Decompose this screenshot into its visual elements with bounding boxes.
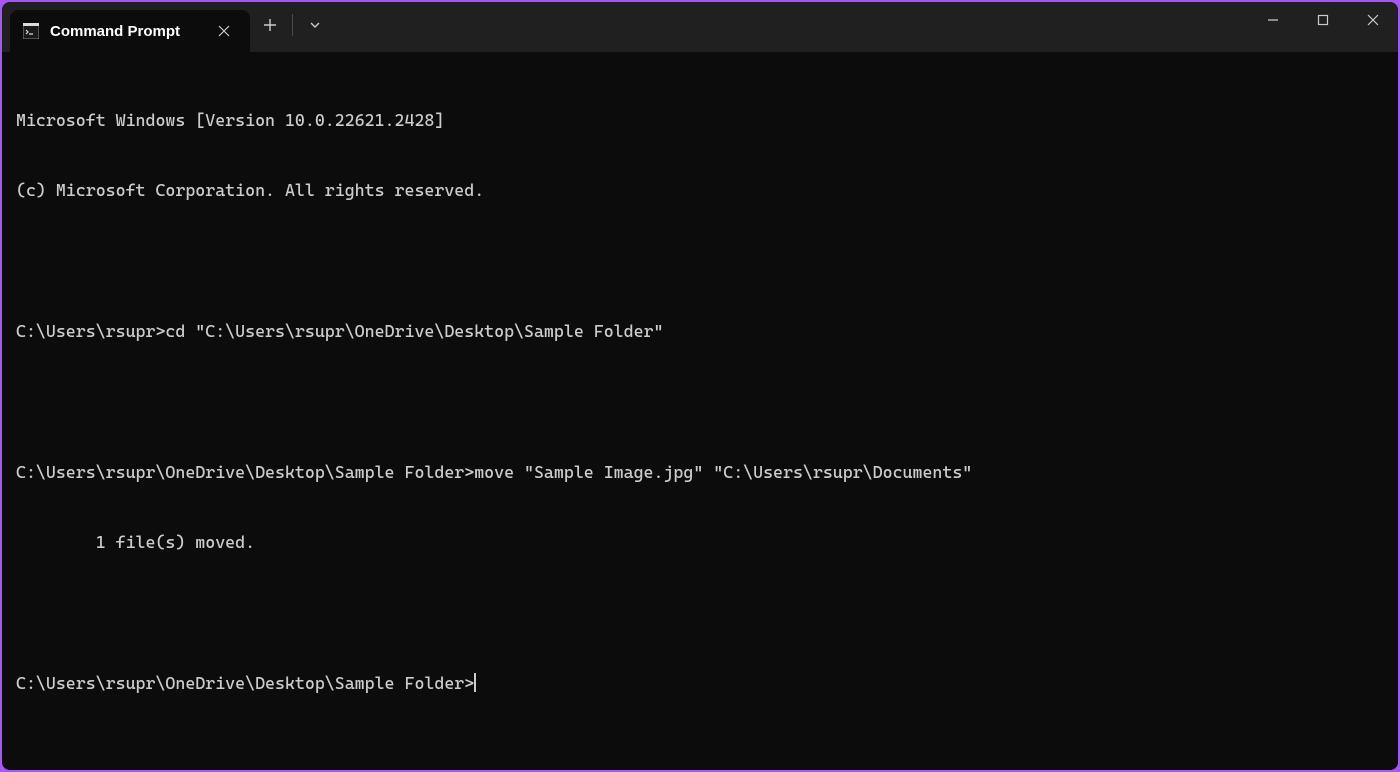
terminal-line <box>16 602 1384 626</box>
terminal-line: 1 file(s) moved. <box>16 531 1384 555</box>
plus-icon <box>263 18 277 32</box>
minimize-icon <box>1267 14 1279 26</box>
terminal-prompt: C:\Users\rsupr\OneDrive\Desktop\Sample F… <box>16 673 474 693</box>
terminal-prompt-line: C:\Users\rsupr\OneDrive\Desktop\Sample F… <box>16 672 1384 696</box>
terminal-output[interactable]: Microsoft Windows [Version 10.0.22621.24… <box>2 52 1398 770</box>
minimize-button[interactable] <box>1248 2 1298 38</box>
close-icon <box>1367 14 1379 26</box>
terminal-line <box>16 391 1384 415</box>
chevron-down-icon <box>309 19 321 31</box>
close-tab-button[interactable] <box>214 21 234 41</box>
terminal-line: Microsoft Windows [Version 10.0.22621.24… <box>16 109 1384 133</box>
tab-separator <box>292 14 293 36</box>
terminal-line: C:\Users\rsupr\OneDrive\Desktop\Sample F… <box>16 461 1384 485</box>
terminal-line: (c) Microsoft Corporation. All rights re… <box>16 179 1384 203</box>
maximize-button[interactable] <box>1298 2 1348 38</box>
titlebar: Command Prompt <box>2 2 1398 52</box>
cursor <box>474 673 476 692</box>
close-window-button[interactable] <box>1348 2 1398 38</box>
window-controls <box>1248 2 1398 38</box>
tab-actions <box>250 2 335 52</box>
terminal-window: Command Prompt Micr <box>2 2 1398 770</box>
maximize-icon <box>1317 14 1329 26</box>
tab-title: Command Prompt <box>50 23 204 40</box>
new-tab-button[interactable] <box>250 7 290 43</box>
close-icon <box>218 25 230 37</box>
cmd-icon <box>22 22 40 40</box>
terminal-line <box>16 250 1384 274</box>
tab-command-prompt[interactable]: Command Prompt <box>10 10 250 52</box>
terminal-line: C:\Users\rsupr>cd "C:\Users\rsupr\OneDri… <box>16 320 1384 344</box>
tab-dropdown-button[interactable] <box>295 7 335 43</box>
